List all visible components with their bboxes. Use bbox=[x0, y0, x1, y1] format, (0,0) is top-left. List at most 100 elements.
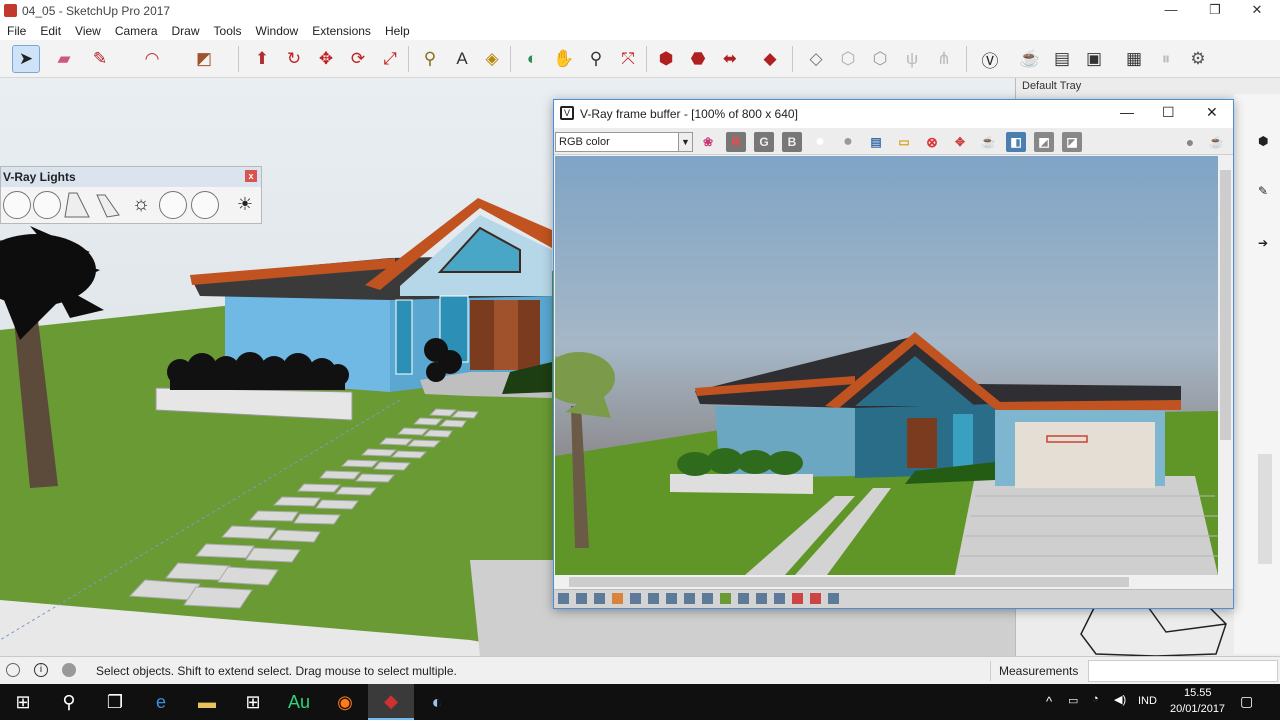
start-render-icon[interactable]: ☕ bbox=[1206, 132, 1226, 152]
clock-time[interactable]: 15.55 bbox=[1184, 687, 1212, 699]
close-button[interactable]: ✕ bbox=[1234, 0, 1280, 22]
open-folder-icon[interactable]: ▭ bbox=[894, 132, 914, 152]
red-channel-button[interactable]: R bbox=[726, 132, 746, 152]
fur-icon[interactable]: ⋔ bbox=[930, 45, 958, 73]
vfb-status-icon[interactable] bbox=[558, 593, 569, 604]
vfb-status-icon[interactable] bbox=[684, 593, 695, 604]
settings-icon[interactable]: ⚙ bbox=[1184, 45, 1212, 73]
region-render-icon[interactable]: ◩ bbox=[1034, 132, 1054, 152]
dome-light-icon[interactable] bbox=[159, 191, 187, 219]
color-picker-icon[interactable]: ❀ bbox=[698, 132, 718, 152]
vfb-status-icon[interactable] bbox=[810, 593, 821, 604]
rectangle-light-icon[interactable] bbox=[3, 191, 31, 219]
firefox-icon[interactable]: ◉ bbox=[322, 684, 368, 720]
vfb-minimize-button[interactable]: — bbox=[1120, 104, 1134, 120]
pencil-icon[interactable]: ✎ bbox=[86, 45, 114, 73]
vfb-status-icon[interactable] bbox=[774, 593, 785, 604]
tray-scrollbar[interactable] bbox=[1258, 454, 1272, 564]
cube-icon[interactable]: ⬢ bbox=[1258, 134, 1272, 148]
vfb-status-icon[interactable] bbox=[630, 593, 641, 604]
vfb-vertical-scrollbar[interactable] bbox=[1218, 156, 1233, 575]
vfb-status-icon[interactable] bbox=[720, 593, 731, 604]
history-icon[interactable]: ◪ bbox=[1062, 132, 1082, 152]
file-explorer-icon[interactable]: ▬ bbox=[184, 684, 230, 720]
vray-app-icon[interactable]: ◐ bbox=[414, 684, 460, 720]
batch-render-icon[interactable]: ▦ bbox=[1120, 45, 1148, 73]
vray-lights-header[interactable]: V-Ray Lights x bbox=[1, 167, 261, 187]
search-icon[interactable]: ⚲ bbox=[46, 684, 92, 720]
vfb-close-button[interactable]: ✕ bbox=[1206, 104, 1218, 121]
interactive-render-icon[interactable]: ▣ bbox=[1080, 45, 1108, 73]
follow-me-icon[interactable]: ↻ bbox=[280, 45, 308, 73]
user-account-icon[interactable] bbox=[62, 663, 76, 677]
tray-arrow-icon[interactable]: ➔ bbox=[1258, 236, 1272, 250]
compare-icon[interactable]: ◧ bbox=[1006, 132, 1026, 152]
spot-light-icon[interactable] bbox=[63, 191, 91, 219]
extension-warehouse-icon[interactable]: ⬣ bbox=[684, 45, 712, 73]
frame-buffer-icon[interactable]: ▤ bbox=[1048, 45, 1076, 73]
battery-icon[interactable]: ▭ bbox=[1068, 694, 1078, 707]
menu-camera[interactable]: Camera bbox=[108, 22, 165, 40]
edge-icon[interactable]: e bbox=[138, 684, 184, 720]
sketchup-icon[interactable]: ◆ bbox=[368, 684, 414, 720]
orbit-icon[interactable]: ◐ bbox=[518, 45, 546, 73]
track-mouse-icon[interactable]: ✥ bbox=[950, 132, 970, 152]
vfb-status-icon[interactable] bbox=[612, 593, 623, 604]
menu-extensions[interactable]: Extensions bbox=[305, 22, 378, 40]
vfb-status-icon[interactable] bbox=[576, 593, 587, 604]
alpha-white-icon[interactable]: ● bbox=[810, 132, 830, 152]
select-icon[interactable]: ➤ bbox=[12, 45, 40, 73]
credits-icon[interactable]: i bbox=[34, 663, 48, 677]
menu-window[interactable]: Window bbox=[249, 22, 306, 40]
menu-tools[interactable]: Tools bbox=[207, 22, 249, 40]
chevron-down-icon[interactable]: ▼ bbox=[678, 133, 692, 151]
action-center-icon[interactable]: ▢ bbox=[1240, 693, 1253, 710]
monochrome-icon[interactable]: ● bbox=[838, 132, 858, 152]
menu-file[interactable]: File bbox=[0, 22, 33, 40]
volume-icon[interactable]: ◀) bbox=[1114, 693, 1126, 706]
vfb-status-icon[interactable] bbox=[648, 593, 659, 604]
vray-lights-close-button[interactable]: x bbox=[245, 170, 257, 182]
menu-view[interactable]: View bbox=[68, 22, 108, 40]
vfb-status-icon[interactable] bbox=[702, 593, 713, 604]
task-view-icon[interactable]: ❐ bbox=[92, 684, 138, 720]
input-language[interactable]: IND bbox=[1138, 695, 1157, 707]
clear-image-icon[interactable]: ⊗ bbox=[922, 132, 942, 152]
vfb-vscroll-thumb[interactable] bbox=[1220, 170, 1231, 440]
text-icon[interactable]: A bbox=[448, 45, 476, 73]
vfb-hscroll-thumb[interactable] bbox=[569, 577, 1129, 587]
paint-bucket-icon[interactable]: ◈ bbox=[478, 45, 506, 73]
menu-help[interactable]: Help bbox=[378, 22, 417, 40]
rectangle-icon[interactable]: ◩ bbox=[190, 45, 218, 73]
menu-draw[interactable]: Draw bbox=[165, 22, 207, 40]
menu-edit[interactable]: Edit bbox=[33, 22, 68, 40]
omni-light-icon[interactable]: ☼ bbox=[127, 191, 155, 219]
vfb-status-icon[interactable] bbox=[666, 593, 677, 604]
measurements-input[interactable] bbox=[1088, 660, 1278, 682]
component-move-icon[interactable]: ⬡ bbox=[866, 45, 894, 73]
arc-icon[interactable]: ◠ bbox=[138, 45, 166, 73]
pan-icon[interactable]: ✋ bbox=[550, 45, 578, 73]
wifi-icon[interactable]: ◔ bbox=[1092, 693, 1099, 705]
zoom-icon[interactable]: ⚲ bbox=[582, 45, 610, 73]
scale-icon[interactable]: ⤢ bbox=[376, 45, 404, 73]
push-pull-icon[interactable]: ⬆ bbox=[248, 45, 276, 73]
eyedropper-icon[interactable]: ✎ bbox=[1258, 184, 1272, 198]
maximize-button[interactable]: ❐ bbox=[1192, 0, 1238, 22]
vfb-horizontal-scrollbar[interactable] bbox=[555, 575, 1218, 589]
eraser-icon[interactable]: ▰ bbox=[50, 45, 78, 73]
rotate-icon[interactable]: ⟳ bbox=[344, 45, 372, 73]
component-icon[interactable]: ⬡ bbox=[834, 45, 862, 73]
store-icon[interactable]: ⊞ bbox=[230, 684, 276, 720]
geolocation-icon[interactable] bbox=[6, 663, 20, 677]
clock-date[interactable]: 20/01/2017 bbox=[1170, 703, 1225, 715]
blue-channel-button[interactable]: B bbox=[782, 132, 802, 152]
ies-light-icon[interactable] bbox=[93, 191, 121, 219]
mesh-light-icon[interactable] bbox=[191, 191, 219, 219]
grass-icon[interactable]: ψ bbox=[898, 45, 926, 73]
tape-measure-icon[interactable]: ⚲ bbox=[416, 45, 444, 73]
vfb-title-bar[interactable]: V V-Ray frame buffer - [100% of 800 x 64… bbox=[554, 100, 1233, 128]
render-teapot-icon[interactable]: ☕ bbox=[978, 132, 998, 152]
sphere-light-icon[interactable] bbox=[33, 191, 61, 219]
ruby-icon[interactable]: ◆ bbox=[756, 45, 784, 73]
